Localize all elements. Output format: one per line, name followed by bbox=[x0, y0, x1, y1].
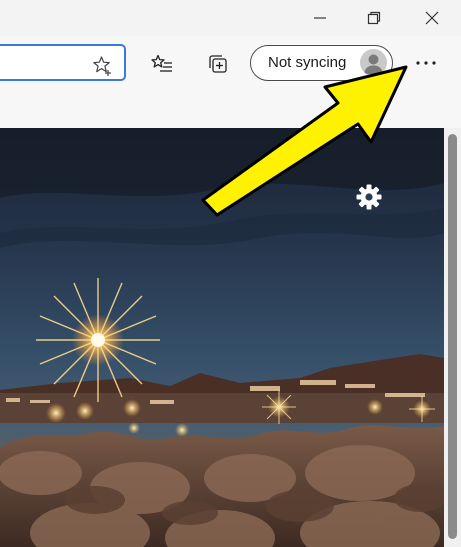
collections-icon bbox=[209, 55, 227, 73]
minimize-icon bbox=[314, 17, 326, 19]
scrollbar-thumb[interactable] bbox=[448, 134, 457, 539]
add-favorite-button[interactable] bbox=[92, 55, 114, 77]
close-button[interactable] bbox=[405, 0, 459, 36]
close-icon bbox=[425, 11, 439, 25]
vertical-scrollbar[interactable] bbox=[444, 128, 461, 547]
minimize-button[interactable] bbox=[293, 0, 347, 36]
settings-and-more-button[interactable] bbox=[412, 50, 440, 76]
favorites-bar bbox=[0, 90, 461, 129]
avatar-icon bbox=[360, 49, 387, 76]
favorites-list-icon bbox=[151, 54, 172, 72]
restore-icon bbox=[367, 11, 381, 25]
more-horizontal-icon bbox=[416, 61, 436, 65]
favorites-button[interactable] bbox=[150, 52, 174, 76]
restore-button[interactable] bbox=[347, 0, 401, 36]
star-add-icon bbox=[93, 56, 111, 76]
sync-status-label: Not syncing bbox=[268, 54, 347, 71]
profile-button[interactable]: Not syncing bbox=[250, 45, 393, 81]
gear-icon bbox=[356, 184, 382, 210]
browser-window: Not syncing bbox=[0, 0, 461, 547]
collections-button[interactable] bbox=[206, 52, 230, 76]
title-bar bbox=[0, 0, 461, 36]
page-settings-button[interactable] bbox=[354, 182, 384, 212]
